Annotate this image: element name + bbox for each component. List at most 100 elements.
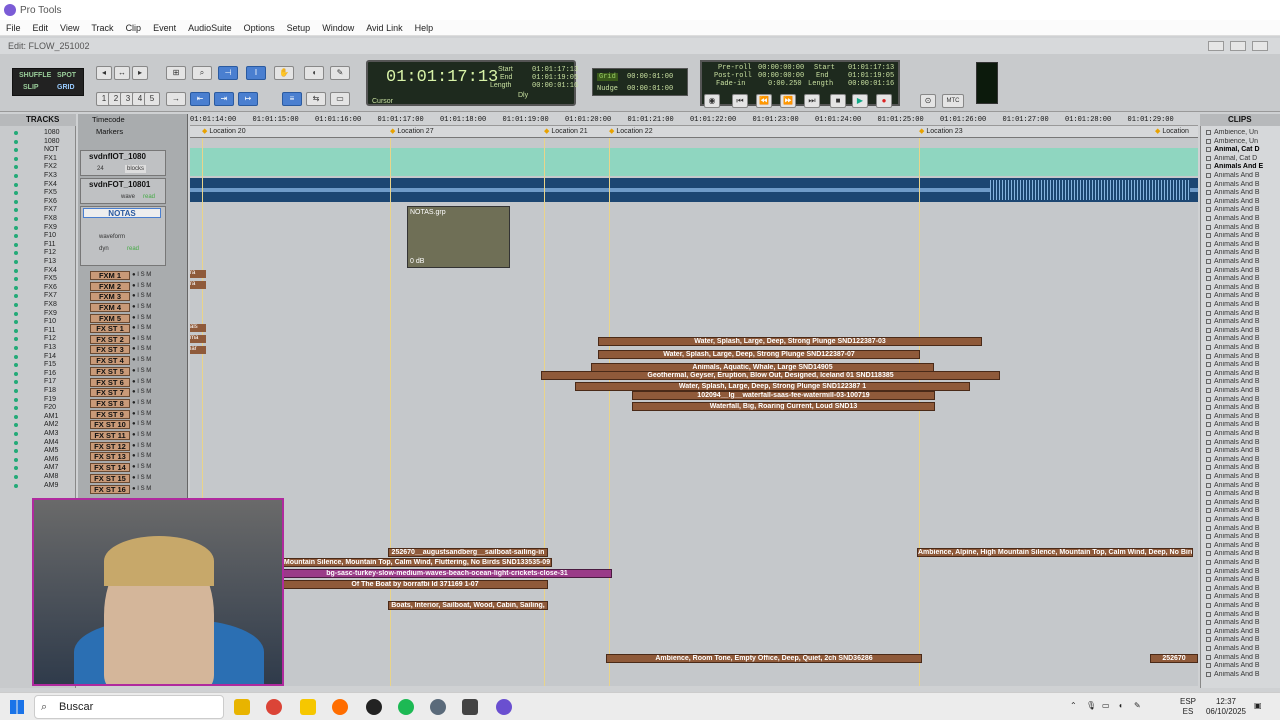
track-visible-icon[interactable] <box>14 131 18 135</box>
ambience-audio-clip[interactable]: Mountain Silence, Mountain Top, Calm Win… <box>282 558 552 567</box>
clip-stub[interactable]: ra <box>190 270 206 278</box>
fxst-track-name[interactable]: FX ST 12 <box>90 441 130 451</box>
clip-list-item[interactable]: Animals And B <box>1214 593 1270 601</box>
transport-length-value[interactable]: 00:00:01:16 <box>848 80 894 88</box>
track-visible-icon[interactable] <box>14 191 18 196</box>
track-list-item[interactable]: NOT <box>0 146 76 154</box>
track-list-item[interactable]: AM4 <box>0 439 76 447</box>
fxst-track-name[interactable]: FX ST 1 <box>90 324 130 333</box>
fxst-track-name[interactable]: FX ST 2 <box>90 334 130 344</box>
ambience-audio-clip[interactable]: Ambience, Room Tone, Empty Office, Deep,… <box>606 654 922 663</box>
track-visible-icon[interactable] <box>14 397 18 402</box>
track-visible-icon[interactable] <box>14 432 18 436</box>
spotify-icon[interactable] <box>398 699 414 715</box>
clip-list-item[interactable]: Animals And B <box>1214 421 1270 429</box>
track-visible-icon[interactable] <box>14 294 18 299</box>
clip-list-item[interactable]: Animals And B <box>1214 370 1270 378</box>
track-list-item[interactable]: FX6 <box>0 284 76 292</box>
clip-list-item[interactable]: Animals And B <box>1214 181 1270 189</box>
clip-list-item[interactable]: Animals And B <box>1214 284 1270 292</box>
edit-area[interactable]: NOTAS.grp 0 dB Water, Splash, Large, Dee… <box>190 138 1198 686</box>
track-list-item[interactable]: F12 <box>0 335 76 343</box>
track-rism-buttons[interactable]: ● I S M <box>132 420 151 428</box>
mode-spot[interactable]: SPOT <box>57 72 76 79</box>
clip-list-item[interactable]: Animals And B <box>1214 413 1270 421</box>
track-list-item[interactable]: FX4 <box>0 267 76 275</box>
fx-audio-clip[interactable]: Water, Splash, Large, Deep, Strong Plung… <box>598 350 920 359</box>
video-track-name[interactable]: svdnfIOT_1080 <box>89 152 146 161</box>
track-visible-icon[interactable] <box>14 277 18 282</box>
commands-focus-icon[interactable]: ▭ <box>330 92 350 106</box>
fx-audio-clip[interactable]: Water, Splash, Large, Deep, Strong Plung… <box>598 337 982 346</box>
ambience-audio-clip[interactable]: 252670__augustsandberg__sailboat-sailing… <box>388 548 548 557</box>
tracks-list-header[interactable]: TRACKS <box>0 114 76 126</box>
track-list-item[interactable]: F13 <box>0 344 76 352</box>
mirror-midi-icon[interactable]: ≡ <box>282 92 302 106</box>
track-visible-icon[interactable] <box>14 423 18 428</box>
track-list-item[interactable]: AM9 <box>0 482 76 490</box>
track-visible-icon[interactable] <box>14 148 18 153</box>
mode-slip[interactable]: SLIP <box>23 84 39 91</box>
network-icon[interactable]: ▭ <box>1102 701 1110 711</box>
menu-setup[interactable]: Setup <box>281 23 317 33</box>
menu-event[interactable]: Event <box>147 23 182 33</box>
menu-file[interactable]: File <box>0 23 27 33</box>
track-list-item[interactable]: FX5 <box>0 189 76 197</box>
clip-list-item[interactable]: Animals And B <box>1214 172 1270 180</box>
clip-list-item[interactable]: Animals And B <box>1214 335 1270 343</box>
video-track-blocks[interactable] <box>190 148 1198 176</box>
clip-list-item[interactable]: Animals And B <box>1214 645 1270 653</box>
pencil-tool-icon[interactable]: ✎ <box>330 66 350 80</box>
menu-window[interactable]: Window <box>316 23 360 33</box>
clip-list-item[interactable]: Animals And B <box>1214 671 1270 679</box>
sync-icon[interactable]: ⊙ <box>920 94 936 108</box>
track-rism-buttons[interactable]: ● I S M <box>132 452 151 460</box>
video2-track-view[interactable]: wave <box>121 193 135 201</box>
timecode-ruler[interactable]: 01:01:14:00 01:01:15:00 01:01:16:00 01:01:1… <box>190 114 1198 126</box>
fxst-track-name[interactable]: FX ST 6 <box>90 377 130 387</box>
clip-stub[interactable]: ra <box>190 281 206 289</box>
fxst-track-name[interactable]: FX ST 15 <box>90 473 130 483</box>
clip-list-item[interactable]: Animals And B <box>1214 198 1270 206</box>
track-rism-buttons[interactable]: ● I S M <box>132 399 151 407</box>
video-track-view[interactable]: blocks <box>125 165 147 173</box>
counter-length-value[interactable]: 00:00:01:16 <box>532 82 578 90</box>
track-visible-icon[interactable] <box>14 475 18 479</box>
nudge-label[interactable]: Nudge <box>597 85 618 93</box>
zoom-magnifier-icon[interactable]: ⌕ <box>192 66 212 80</box>
track-rism-buttons[interactable]: ● I S M <box>132 314 151 322</box>
file-explorer-icon[interactable] <box>234 699 250 715</box>
fxst-track-name[interactable]: FX ST 5 <box>90 366 130 376</box>
fx-audio-clip[interactable]: 102094__lg__waterfall-saas-fee-watermill… <box>632 391 935 400</box>
insertion-follows-icon[interactable]: ↦ <box>238 92 258 106</box>
clip-list-item[interactable]: Animals And B <box>1214 267 1270 275</box>
menu-help[interactable]: Help <box>409 23 440 33</box>
track-list-item[interactable]: FX1 <box>0 155 76 163</box>
track-visible-icon[interactable] <box>14 320 18 325</box>
track-visible-icon[interactable] <box>14 174 18 178</box>
track-rism-buttons[interactable]: ● I S M <box>132 463 151 471</box>
zoom-preset-5[interactable]: 5 <box>144 92 160 106</box>
mode-shuffle[interactable]: SHUFFLE <box>19 72 51 79</box>
edit-mode-selector[interactable]: SHUFFLE SPOT SLIP GRID <box>12 68 84 96</box>
track-visible-icon[interactable] <box>14 328 18 333</box>
clip-list-item[interactable]: Animals And B <box>1214 224 1270 232</box>
track-visible-icon[interactable] <box>14 457 18 462</box>
track-list-item[interactable]: F19 <box>0 396 76 404</box>
track-visible-icon[interactable] <box>14 139 18 144</box>
track-visible-icon[interactable] <box>14 260 18 264</box>
obs-icon[interactable] <box>366 699 382 715</box>
track-list-item[interactable]: AM5 <box>0 447 76 455</box>
close-button[interactable] <box>1252 41 1268 51</box>
track-visible-icon[interactable] <box>14 234 18 239</box>
clip-list-item[interactable]: Animals And B <box>1214 447 1270 455</box>
track-visible-icon[interactable] <box>14 466 18 471</box>
avid-link-icon[interactable] <box>430 699 446 715</box>
fxst-track-name[interactable]: FX ST 13 <box>90 452 130 462</box>
delay-label[interactable]: Dly <box>518 92 528 99</box>
clip-list-item[interactable]: Ambience, Un <box>1214 138 1270 146</box>
timeline-rulers[interactable]: 01:01:14:00 01:01:15:00 01:01:16:00 01:01:1… <box>190 114 1198 138</box>
track-visible-icon[interactable] <box>14 199 18 204</box>
fx-audio-clip[interactable]: Waterfall, Big, Roaring Current, Loud SN… <box>632 402 935 411</box>
clip-list-item[interactable]: Animals And B <box>1214 378 1270 386</box>
